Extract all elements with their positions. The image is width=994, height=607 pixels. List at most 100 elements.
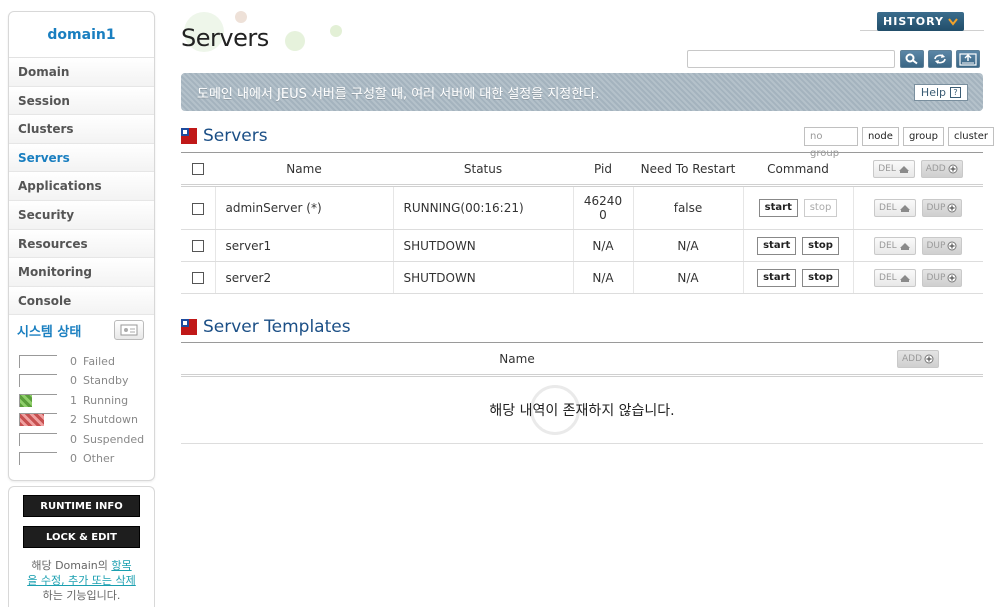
filter-cluster-button[interactable]: cluster <box>947 127 994 146</box>
row-checkbox[interactable] <box>191 272 204 284</box>
start-button[interactable]: start <box>757 268 797 287</box>
status-row-shutdown: 2 Shutdown <box>19 410 154 430</box>
add-server-button[interactable]: ADD <box>920 159 963 178</box>
export-xml-button[interactable] <box>956 50 980 68</box>
servers-section-title: Servers <box>203 126 268 146</box>
server-need-to-restart: false <box>633 185 744 230</box>
delete-icon <box>898 165 909 173</box>
sidebar-item-applications[interactable]: Applications <box>9 172 154 201</box>
row-select-cell <box>181 229 216 262</box>
server-command-cell: start stop <box>743 229 854 262</box>
server-name[interactable]: adminServer (*) <box>215 185 394 230</box>
column-header-status[interactable]: Status <box>393 152 573 187</box>
stop-button[interactable]: stop <box>802 268 839 287</box>
status-label: Other <box>83 452 115 466</box>
status-label: Failed <box>83 354 115 368</box>
history-button[interactable]: HISTORY <box>877 12 964 31</box>
dup-label: DUP <box>926 203 946 213</box>
system-status-toggle-button[interactable] <box>114 320 144 341</box>
status-label: Shutdown <box>83 413 138 427</box>
edit-panel: RUNTIME INFO LOCK & EDIT 해당 Domain의 항목을 … <box>8 486 155 607</box>
column-header-pid[interactable]: Pid <box>573 152 633 187</box>
sidebar-item-domain[interactable]: Domain <box>9 58 154 87</box>
delete-server-button[interactable]: DEL <box>874 199 916 217</box>
system-status-title: 시스템 상태 <box>17 324 82 340</box>
del-label: DEL <box>879 203 897 213</box>
duplicate-server-button[interactable]: DUP <box>921 268 963 287</box>
help-button[interactable]: Help ? <box>913 83 968 101</box>
sidebar-item-resources[interactable]: Resources <box>9 229 154 259</box>
sidebar-item-console[interactable]: Console <box>9 286 154 316</box>
filter-no-group-button[interactable]: no group <box>804 127 858 159</box>
status-bar <box>19 354 57 368</box>
edit-note-text: 해당 Domain의 <box>31 559 112 572</box>
table-row: server1 SHUTDOWN N/A N/A start stop DEL … <box>181 229 983 262</box>
server-pid: N/A <box>573 261 634 294</box>
plus-icon <box>947 241 957 250</box>
select-all-checkbox[interactable] <box>192 163 204 175</box>
add-template-button[interactable]: ADD <box>896 349 940 368</box>
decoration-circle <box>330 25 342 37</box>
refresh-button[interactable] <box>928 50 952 68</box>
start-button[interactable]: start <box>757 236 797 255</box>
row-checkbox[interactable] <box>191 202 204 215</box>
sidebar-item-monitoring[interactable]: Monitoring <box>9 258 154 287</box>
duplicate-server-button[interactable]: DUP <box>921 236 963 255</box>
runtime-info-button[interactable]: RUNTIME INFO <box>23 495 140 517</box>
column-header-name[interactable]: Name <box>215 152 393 187</box>
start-button[interactable]: start <box>758 199 798 217</box>
server-name[interactable]: server2 <box>215 261 394 294</box>
delete-selected-button[interactable]: DEL <box>873 159 915 178</box>
server-status: SHUTDOWN <box>393 229 574 262</box>
status-count: 0 <box>70 432 77 446</box>
status-count: 0 <box>70 354 77 368</box>
sidebar-item-clusters[interactable]: Clusters <box>9 115 154 144</box>
description-text: 도메인 내에서 JEUS 서버를 구성할 때, 여러 서버에 대한 설정을 지정… <box>197 86 600 102</box>
decoration-circle <box>285 31 305 51</box>
delete-server-button[interactable]: DEL <box>874 236 916 255</box>
refresh-icon <box>934 54 946 64</box>
server-need-to-restart: N/A <box>633 261 744 294</box>
sidebar-item-session[interactable]: Session <box>9 86 154 116</box>
status-count: 1 <box>70 393 77 407</box>
templates-table: Name ADD 해당 내역이 존재하지 않습니다. <box>181 342 983 444</box>
question-icon: ? <box>950 86 961 98</box>
page-title: Servers <box>181 24 269 52</box>
empty-cell: 해당 내역이 존재하지 않습니다. <box>181 375 983 444</box>
edit-note-text-end: 하는 기능입니다. <box>42 589 121 602</box>
sidebar-item-servers[interactable]: Servers <box>9 143 154 173</box>
lock-edit-button[interactable]: LOCK & EDIT <box>23 526 140 548</box>
delete-server-button[interactable]: DEL <box>874 268 916 287</box>
status-row-running: 1 Running <box>19 390 154 410</box>
domain-title[interactable]: domain1 <box>9 12 154 58</box>
column-header-template-name[interactable]: Name <box>181 342 853 377</box>
header-actions-cell: ADD <box>853 342 983 377</box>
delete-icon <box>899 242 910 250</box>
row-checkbox[interactable] <box>191 240 204 252</box>
stop-button[interactable]: stop <box>802 236 839 255</box>
monitor-icon <box>120 324 138 336</box>
del-label: DEL <box>878 163 896 174</box>
table-row: adminServer (*) RUNNING(00:16:21) 46240 0… <box>181 185 983 230</box>
server-pid-line: 0 <box>599 208 607 222</box>
status-count: 2 <box>70 413 77 427</box>
server-name[interactable]: server1 <box>215 229 394 262</box>
servers-table: Name Status Pid Need To Restart Command … <box>181 152 983 294</box>
server-command-cell: start stop <box>743 185 854 230</box>
server-view-filter: no group node group cluster <box>804 127 994 159</box>
status-label: Running <box>83 393 129 407</box>
column-header-need-to-restart[interactable]: Need To Restart <box>633 152 743 187</box>
plus-icon <box>924 354 934 363</box>
sidebar-item-security[interactable]: Security <box>9 200 154 230</box>
search-button[interactable] <box>900 50 924 68</box>
duplicate-server-button[interactable]: DUP <box>921 199 963 217</box>
table-header-row: Name Status Pid Need To Restart Command … <box>181 152 983 187</box>
add-label: ADD <box>925 163 946 174</box>
filter-group-button[interactable]: group <box>902 127 944 146</box>
row-actions-cell: DEL DUP <box>853 229 983 262</box>
table-header-row: Name ADD <box>181 342 983 377</box>
server-pid: N/A <box>573 229 634 262</box>
header-actions-cell: DEL ADD <box>853 152 983 187</box>
search-input[interactable] <box>687 50 895 68</box>
filter-node-button[interactable]: node <box>861 127 899 146</box>
